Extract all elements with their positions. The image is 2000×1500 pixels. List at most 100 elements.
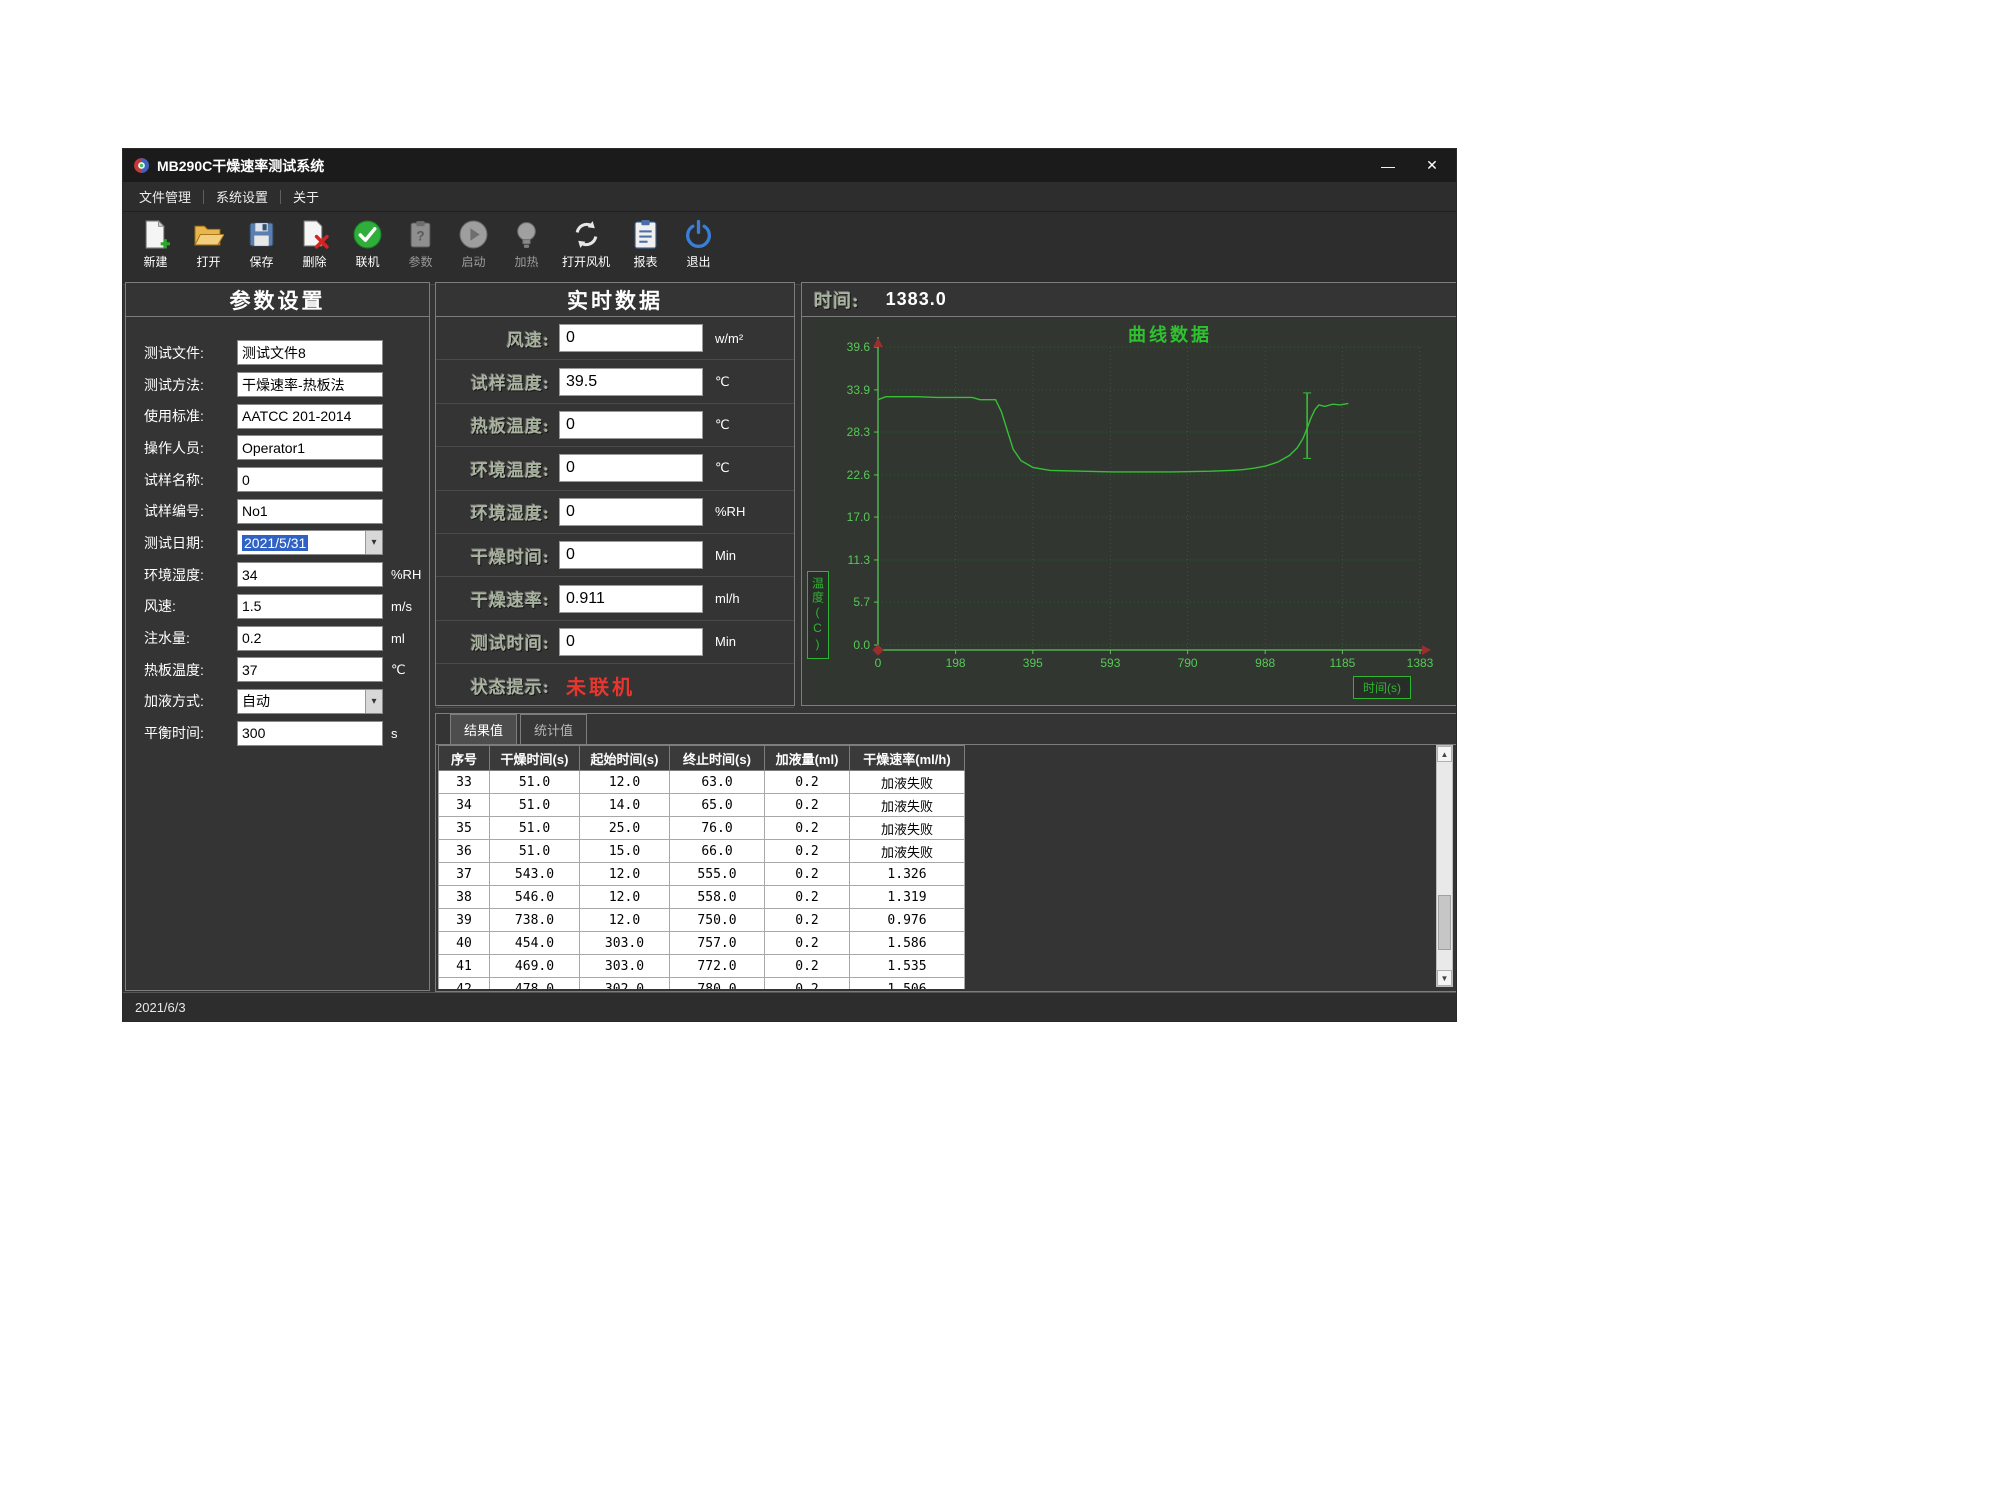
results-scrollbar[interactable]: ▲ ▼	[1436, 745, 1453, 987]
table-row[interactable]: 3451.014.065.00.2加液失败	[439, 794, 965, 817]
realtime-row: 干燥时间:0Min	[436, 534, 794, 577]
table-column-header[interactable]: 起始时间(s)	[580, 746, 670, 771]
realtime-value-field[interactable]: 0	[559, 454, 703, 482]
param-row: 风速:1.5m/s	[126, 591, 429, 623]
param-input[interactable]: 0	[237, 467, 383, 492]
results-panel: 结果值 统计值 序号干燥时间(s)起始时间(s)终止时间(s)加液量(ml)干燥…	[435, 713, 1457, 992]
chart-panel: 时间: 1383.0 39.633.928.322.617.011.35.70.…	[801, 282, 1457, 706]
y-axis-label: 温度(C)	[807, 571, 829, 659]
menu-item-system-settings[interactable]: 系统设置	[204, 187, 280, 206]
param-input[interactable]: No1	[237, 499, 383, 524]
realtime-value-field[interactable]: 0	[559, 541, 703, 569]
param-value: 300	[242, 725, 265, 741]
toolbar: 新建打开保存删除联机?参数启动加热打开风机报表退出	[123, 212, 1456, 285]
param-label: 测试文件:	[144, 343, 237, 363]
param-combobox[interactable]: 2021/5/31 ▾	[237, 530, 383, 555]
svg-text:39.6: 39.6	[847, 340, 871, 354]
tab-statistic-values[interactable]: 统计值	[520, 714, 587, 744]
param-input[interactable]: 37	[237, 657, 383, 682]
param-value: 测试文件8	[242, 343, 306, 363]
toolbar-button-open-folder[interactable]: 打开	[182, 215, 235, 270]
table-column-header[interactable]: 序号	[439, 746, 490, 771]
param-input[interactable]: 1.5	[237, 594, 383, 619]
table-row[interactable]: 40454.0303.0757.00.21.586	[439, 932, 965, 955]
toolbar-button-report[interactable]: 报表	[619, 215, 672, 270]
toolbar-button-label: 打开	[182, 253, 235, 270]
svg-text:22.6: 22.6	[847, 468, 871, 482]
toolbar-button-new-file[interactable]: 新建	[129, 215, 182, 270]
new-file-icon	[129, 215, 182, 253]
table-column-header[interactable]: 加液量(ml)	[765, 746, 850, 771]
realtime-panel: 实时数据 风速:0w/m²试样温度:39.5℃热板温度:0℃环境温度:0℃环境湿…	[435, 282, 795, 706]
results-tabs: 结果值 统计值	[436, 714, 1456, 745]
table-row[interactable]: 38546.012.0558.00.21.319	[439, 886, 965, 909]
param-input[interactable]: 300	[237, 721, 383, 746]
realtime-unit: ml/h	[715, 591, 740, 606]
table-row[interactable]: 41469.0303.0772.00.21.535	[439, 955, 965, 978]
realtime-label: 环境湿度:	[438, 499, 550, 524]
table-cell: 12.0	[580, 909, 670, 932]
scrollbar-thumb[interactable]	[1438, 895, 1451, 950]
realtime-value-field[interactable]: 0	[559, 411, 703, 439]
param-input[interactable]: Operator1	[237, 435, 383, 460]
x-axis-label: 时间(s)	[1353, 676, 1411, 699]
table-cell: 33	[439, 771, 490, 794]
table-column-header[interactable]: 终止时间(s)	[670, 746, 765, 771]
toolbar-button-delete[interactable]: 删除	[288, 215, 341, 270]
param-input[interactable]: 0.2	[237, 626, 383, 651]
toolbar-button-params: ?参数	[394, 215, 447, 270]
table-row[interactable]: 37543.012.0555.00.21.326	[439, 863, 965, 886]
menu-item-about[interactable]: 关于	[281, 187, 331, 206]
param-label: 试样名称:	[144, 470, 237, 490]
realtime-value-field[interactable]: 0	[559, 628, 703, 656]
toolbar-button-exit[interactable]: 退出	[672, 215, 725, 270]
realtime-value-field[interactable]: 0	[559, 498, 703, 526]
table-cell: 39	[439, 909, 490, 932]
table-header-row: 序号干燥时间(s)起始时间(s)终止时间(s)加液量(ml)干燥速率(ml/h)	[439, 746, 965, 771]
toolbar-button-label: 退出	[672, 253, 725, 270]
table-column-header[interactable]: 干燥时间(s)	[490, 746, 580, 771]
realtime-row: 干燥速率:0.911ml/h	[436, 577, 794, 620]
table-row[interactable]: 3351.012.063.00.2加液失败	[439, 771, 965, 794]
svg-text:?: ?	[416, 228, 424, 243]
param-input[interactable]: 测试文件8	[237, 340, 383, 365]
table-cell: 0.2	[765, 794, 850, 817]
table-row[interactable]: 3551.025.076.00.2加液失败	[439, 817, 965, 840]
table-row[interactable]: 39738.012.0750.00.20.976	[439, 909, 965, 932]
param-row: 注水量:0.2ml	[126, 622, 429, 654]
toolbar-button-fan[interactable]: 打开风机	[553, 215, 619, 270]
table-cell: 25.0	[580, 817, 670, 840]
param-combobox[interactable]: 自动▾	[237, 689, 383, 714]
toolbar-button-label: 保存	[235, 253, 288, 270]
open-folder-icon	[182, 215, 235, 253]
svg-text:1383: 1383	[1407, 656, 1434, 670]
close-button[interactable]: ✕	[1410, 149, 1454, 182]
table-cell: 12.0	[580, 771, 670, 794]
param-input[interactable]: 34	[237, 562, 383, 587]
scroll-down-icon[interactable]: ▼	[1437, 970, 1452, 986]
realtime-label: 环境温度:	[438, 456, 550, 481]
scroll-up-icon[interactable]: ▲	[1437, 746, 1452, 762]
svg-text:988: 988	[1255, 656, 1275, 670]
table-row[interactable]: 3651.015.066.00.2加液失败	[439, 840, 965, 863]
time-value: 1383.0	[886, 289, 947, 310]
table-cell: 0.976	[850, 909, 965, 932]
param-input[interactable]: 干燥速率-热板法	[237, 372, 383, 397]
chevron-down-icon[interactable]: ▾	[365, 690, 382, 713]
param-value: 2021/5/31	[242, 535, 308, 551]
realtime-value-field[interactable]: 0.911	[559, 585, 703, 613]
tab-result-values[interactable]: 结果值	[450, 714, 517, 744]
param-row: 环境湿度:34%RH	[126, 559, 429, 591]
table-row[interactable]: 42478.0302.0780.00.21.506	[439, 978, 965, 990]
realtime-value-field[interactable]: 39.5	[559, 368, 703, 396]
realtime-value-field[interactable]: 0	[559, 324, 703, 352]
table-column-header[interactable]: 干燥速率(ml/h)	[850, 746, 965, 771]
toolbar-button-save[interactable]: 保存	[235, 215, 288, 270]
minimize-button[interactable]: —	[1366, 149, 1410, 182]
menu-item-file-management[interactable]: 文件管理	[127, 187, 203, 206]
toolbar-button-connect[interactable]: 联机	[341, 215, 394, 270]
param-input[interactable]: AATCC 201-2014	[237, 404, 383, 429]
chevron-down-icon[interactable]: ▾	[365, 531, 382, 554]
table-cell: 51.0	[490, 771, 580, 794]
svg-text:0: 0	[875, 656, 882, 670]
